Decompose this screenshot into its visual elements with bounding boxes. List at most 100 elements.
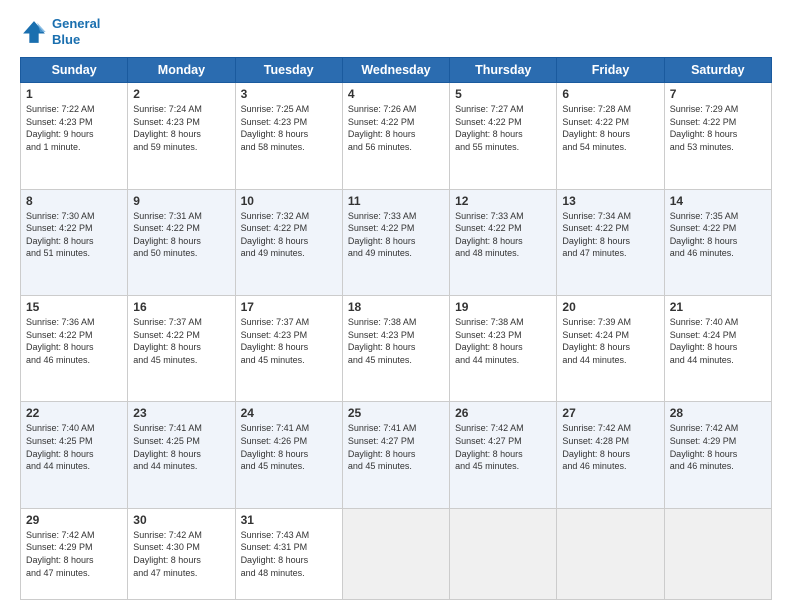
calendar-cell: 26 Sunrise: 7:42 AM Sunset: 4:27 PM Dayli…: [450, 402, 557, 508]
day-info: Sunrise: 7:31 AM Sunset: 4:22 PM Dayligh…: [133, 210, 229, 260]
day-info: Sunrise: 7:41 AM Sunset: 4:26 PM Dayligh…: [241, 422, 337, 472]
day-info: Sunrise: 7:28 AM Sunset: 4:22 PM Dayligh…: [562, 103, 658, 153]
day-number: 19: [455, 300, 551, 314]
calendar-cell: 9 Sunrise: 7:31 AM Sunset: 4:22 PM Daylig…: [128, 189, 235, 295]
day-number: 5: [455, 87, 551, 101]
day-number: 24: [241, 406, 337, 420]
calendar-cell: 20 Sunrise: 7:39 AM Sunset: 4:24 PM Dayli…: [557, 296, 664, 402]
day-number: 28: [670, 406, 766, 420]
day-number: 21: [670, 300, 766, 314]
day-number: 26: [455, 406, 551, 420]
day-info: Sunrise: 7:22 AM Sunset: 4:23 PM Dayligh…: [26, 103, 122, 153]
day-number: 15: [26, 300, 122, 314]
day-number: 6: [562, 87, 658, 101]
day-number: 1: [26, 87, 122, 101]
day-info: Sunrise: 7:40 AM Sunset: 4:25 PM Dayligh…: [26, 422, 122, 472]
day-info: Sunrise: 7:41 AM Sunset: 4:27 PM Dayligh…: [348, 422, 444, 472]
day-info: Sunrise: 7:42 AM Sunset: 4:28 PM Dayligh…: [562, 422, 658, 472]
day-number: 3: [241, 87, 337, 101]
day-info: Sunrise: 7:42 AM Sunset: 4:29 PM Dayligh…: [26, 529, 122, 579]
day-info: Sunrise: 7:32 AM Sunset: 4:22 PM Dayligh…: [241, 210, 337, 260]
day-info: Sunrise: 7:42 AM Sunset: 4:30 PM Dayligh…: [133, 529, 229, 579]
calendar-cell: 14 Sunrise: 7:35 AM Sunset: 4:22 PM Dayli…: [664, 189, 771, 295]
day-number: 17: [241, 300, 337, 314]
days-header-row: SundayMondayTuesdayWednesdayThursdayFrid…: [21, 58, 772, 83]
page: General Blue SundayMondayTuesdayWednesda…: [0, 0, 792, 612]
calendar-cell: 11Sunrise: 7:33 AM Sunset: 4:22 PM Dayli…: [342, 189, 449, 295]
day-header-monday: Monday: [128, 58, 235, 83]
logo-icon: [20, 18, 48, 46]
day-info: Sunrise: 7:24 AM Sunset: 4:23 PM Dayligh…: [133, 103, 229, 153]
calendar-cell: 6 Sunrise: 7:28 AM Sunset: 4:22 PM Daylig…: [557, 83, 664, 189]
day-number: 31: [241, 513, 337, 527]
day-info: Sunrise: 7:27 AM Sunset: 4:22 PM Dayligh…: [455, 103, 551, 153]
day-number: 9: [133, 194, 229, 208]
day-info: Sunrise: 7:30 AM Sunset: 4:22 PM Dayligh…: [26, 210, 122, 260]
day-number: 10: [241, 194, 337, 208]
calendar-cell: [342, 508, 449, 599]
calendar-cell: 19 Sunrise: 7:38 AM Sunset: 4:23 PM Dayli…: [450, 296, 557, 402]
day-number: 18: [348, 300, 444, 314]
calendar-cell: 24 Sunrise: 7:41 AM Sunset: 4:26 PM Dayli…: [235, 402, 342, 508]
day-number: 29: [26, 513, 122, 527]
calendar-cell: 31 Sunrise: 7:43 AM Sunset: 4:31 PM Dayli…: [235, 508, 342, 599]
day-info: Sunrise: 7:38 AM Sunset: 4:23 PM Dayligh…: [348, 316, 444, 366]
day-info: Sunrise: 7:25 AM Sunset: 4:23 PM Dayligh…: [241, 103, 337, 153]
calendar-cell: 28 Sunrise: 7:42 AM Sunset: 4:29 PM Dayli…: [664, 402, 771, 508]
day-info: Sunrise: 7:33 AM Sunset: 4:22 PM Dayligh…: [455, 210, 551, 260]
day-header-friday: Friday: [557, 58, 664, 83]
day-info: Sunrise: 7:42 AM Sunset: 4:27 PM Dayligh…: [455, 422, 551, 472]
day-number: 30: [133, 513, 229, 527]
calendar-cell: 16 Sunrise: 7:37 AM Sunset: 4:22 PM Dayli…: [128, 296, 235, 402]
day-info: Sunrise: 7:37 AM Sunset: 4:22 PM Dayligh…: [133, 316, 229, 366]
day-number: 14: [670, 194, 766, 208]
day-number: 27: [562, 406, 658, 420]
day-number: 16: [133, 300, 229, 314]
calendar-cell: [450, 508, 557, 599]
day-number: 12: [455, 194, 551, 208]
calendar-cell: 18 Sunrise: 7:38 AM Sunset: 4:23 PM Dayli…: [342, 296, 449, 402]
calendar-cell: 7Sunrise: 7:29 AM Sunset: 4:22 PM Daylig…: [664, 83, 771, 189]
calendar-cell: 2 Sunrise: 7:24 AM Sunset: 4:23 PM Daylig…: [128, 83, 235, 189]
day-number: 20: [562, 300, 658, 314]
calendar-cell: 3 Sunrise: 7:25 AM Sunset: 4:23 PM Daylig…: [235, 83, 342, 189]
calendar-cell: 13 Sunrise: 7:34 AM Sunset: 4:22 PM Dayli…: [557, 189, 664, 295]
calendar-cell: [557, 508, 664, 599]
calendar-table: SundayMondayTuesdayWednesdayThursdayFrid…: [20, 57, 772, 600]
day-info: Sunrise: 7:36 AM Sunset: 4:22 PM Dayligh…: [26, 316, 122, 366]
calendar-cell: 4Sunrise: 7:26 AM Sunset: 4:22 PM Daylig…: [342, 83, 449, 189]
day-info: Sunrise: 7:35 AM Sunset: 4:22 PM Dayligh…: [670, 210, 766, 260]
calendar-cell: 5 Sunrise: 7:27 AM Sunset: 4:22 PM Daylig…: [450, 83, 557, 189]
day-number: 25: [348, 406, 444, 420]
calendar-cell: 27 Sunrise: 7:42 AM Sunset: 4:28 PM Dayli…: [557, 402, 664, 508]
day-header-tuesday: Tuesday: [235, 58, 342, 83]
day-number: 13: [562, 194, 658, 208]
calendar-cell: 29 Sunrise: 7:42 AM Sunset: 4:29 PM Dayli…: [21, 508, 128, 599]
day-header-wednesday: Wednesday: [342, 58, 449, 83]
calendar-cell: 15 Sunrise: 7:36 AM Sunset: 4:22 PM Dayli…: [21, 296, 128, 402]
calendar-cell: 12 Sunrise: 7:33 AM Sunset: 4:22 PM Dayli…: [450, 189, 557, 295]
day-info: Sunrise: 7:42 AM Sunset: 4:29 PM Dayligh…: [670, 422, 766, 472]
day-info: Sunrise: 7:39 AM Sunset: 4:24 PM Dayligh…: [562, 316, 658, 366]
calendar-cell: 17 Sunrise: 7:37 AM Sunset: 4:23 PM Dayli…: [235, 296, 342, 402]
calendar-cell: 1 Sunrise: 7:22 AM Sunset: 4:23 PM Daylig…: [21, 83, 128, 189]
day-info: Sunrise: 7:37 AM Sunset: 4:23 PM Dayligh…: [241, 316, 337, 366]
calendar-cell: 10 Sunrise: 7:32 AM Sunset: 4:22 PM Dayli…: [235, 189, 342, 295]
day-info: Sunrise: 7:41 AM Sunset: 4:25 PM Dayligh…: [133, 422, 229, 472]
calendar-cell: 21 Sunrise: 7:40 AM Sunset: 4:24 PM Dayli…: [664, 296, 771, 402]
day-info: Sunrise: 7:40 AM Sunset: 4:24 PM Dayligh…: [670, 316, 766, 366]
day-info: Sunrise: 7:43 AM Sunset: 4:31 PM Dayligh…: [241, 529, 337, 579]
day-number: 2: [133, 87, 229, 101]
day-number: 4: [348, 87, 444, 101]
day-number: 8: [26, 194, 122, 208]
calendar-cell: 8 Sunrise: 7:30 AM Sunset: 4:22 PM Daylig…: [21, 189, 128, 295]
day-header-saturday: Saturday: [664, 58, 771, 83]
day-header-sunday: Sunday: [21, 58, 128, 83]
calendar-cell: 22 Sunrise: 7:40 AM Sunset: 4:25 PM Dayli…: [21, 402, 128, 508]
day-number: 11: [348, 194, 444, 208]
day-info: Sunrise: 7:38 AM Sunset: 4:23 PM Dayligh…: [455, 316, 551, 366]
header: General Blue: [20, 16, 772, 47]
logo: General Blue: [20, 16, 100, 47]
day-info: Sunrise: 7:34 AM Sunset: 4:22 PM Dayligh…: [562, 210, 658, 260]
day-number: 22: [26, 406, 122, 420]
